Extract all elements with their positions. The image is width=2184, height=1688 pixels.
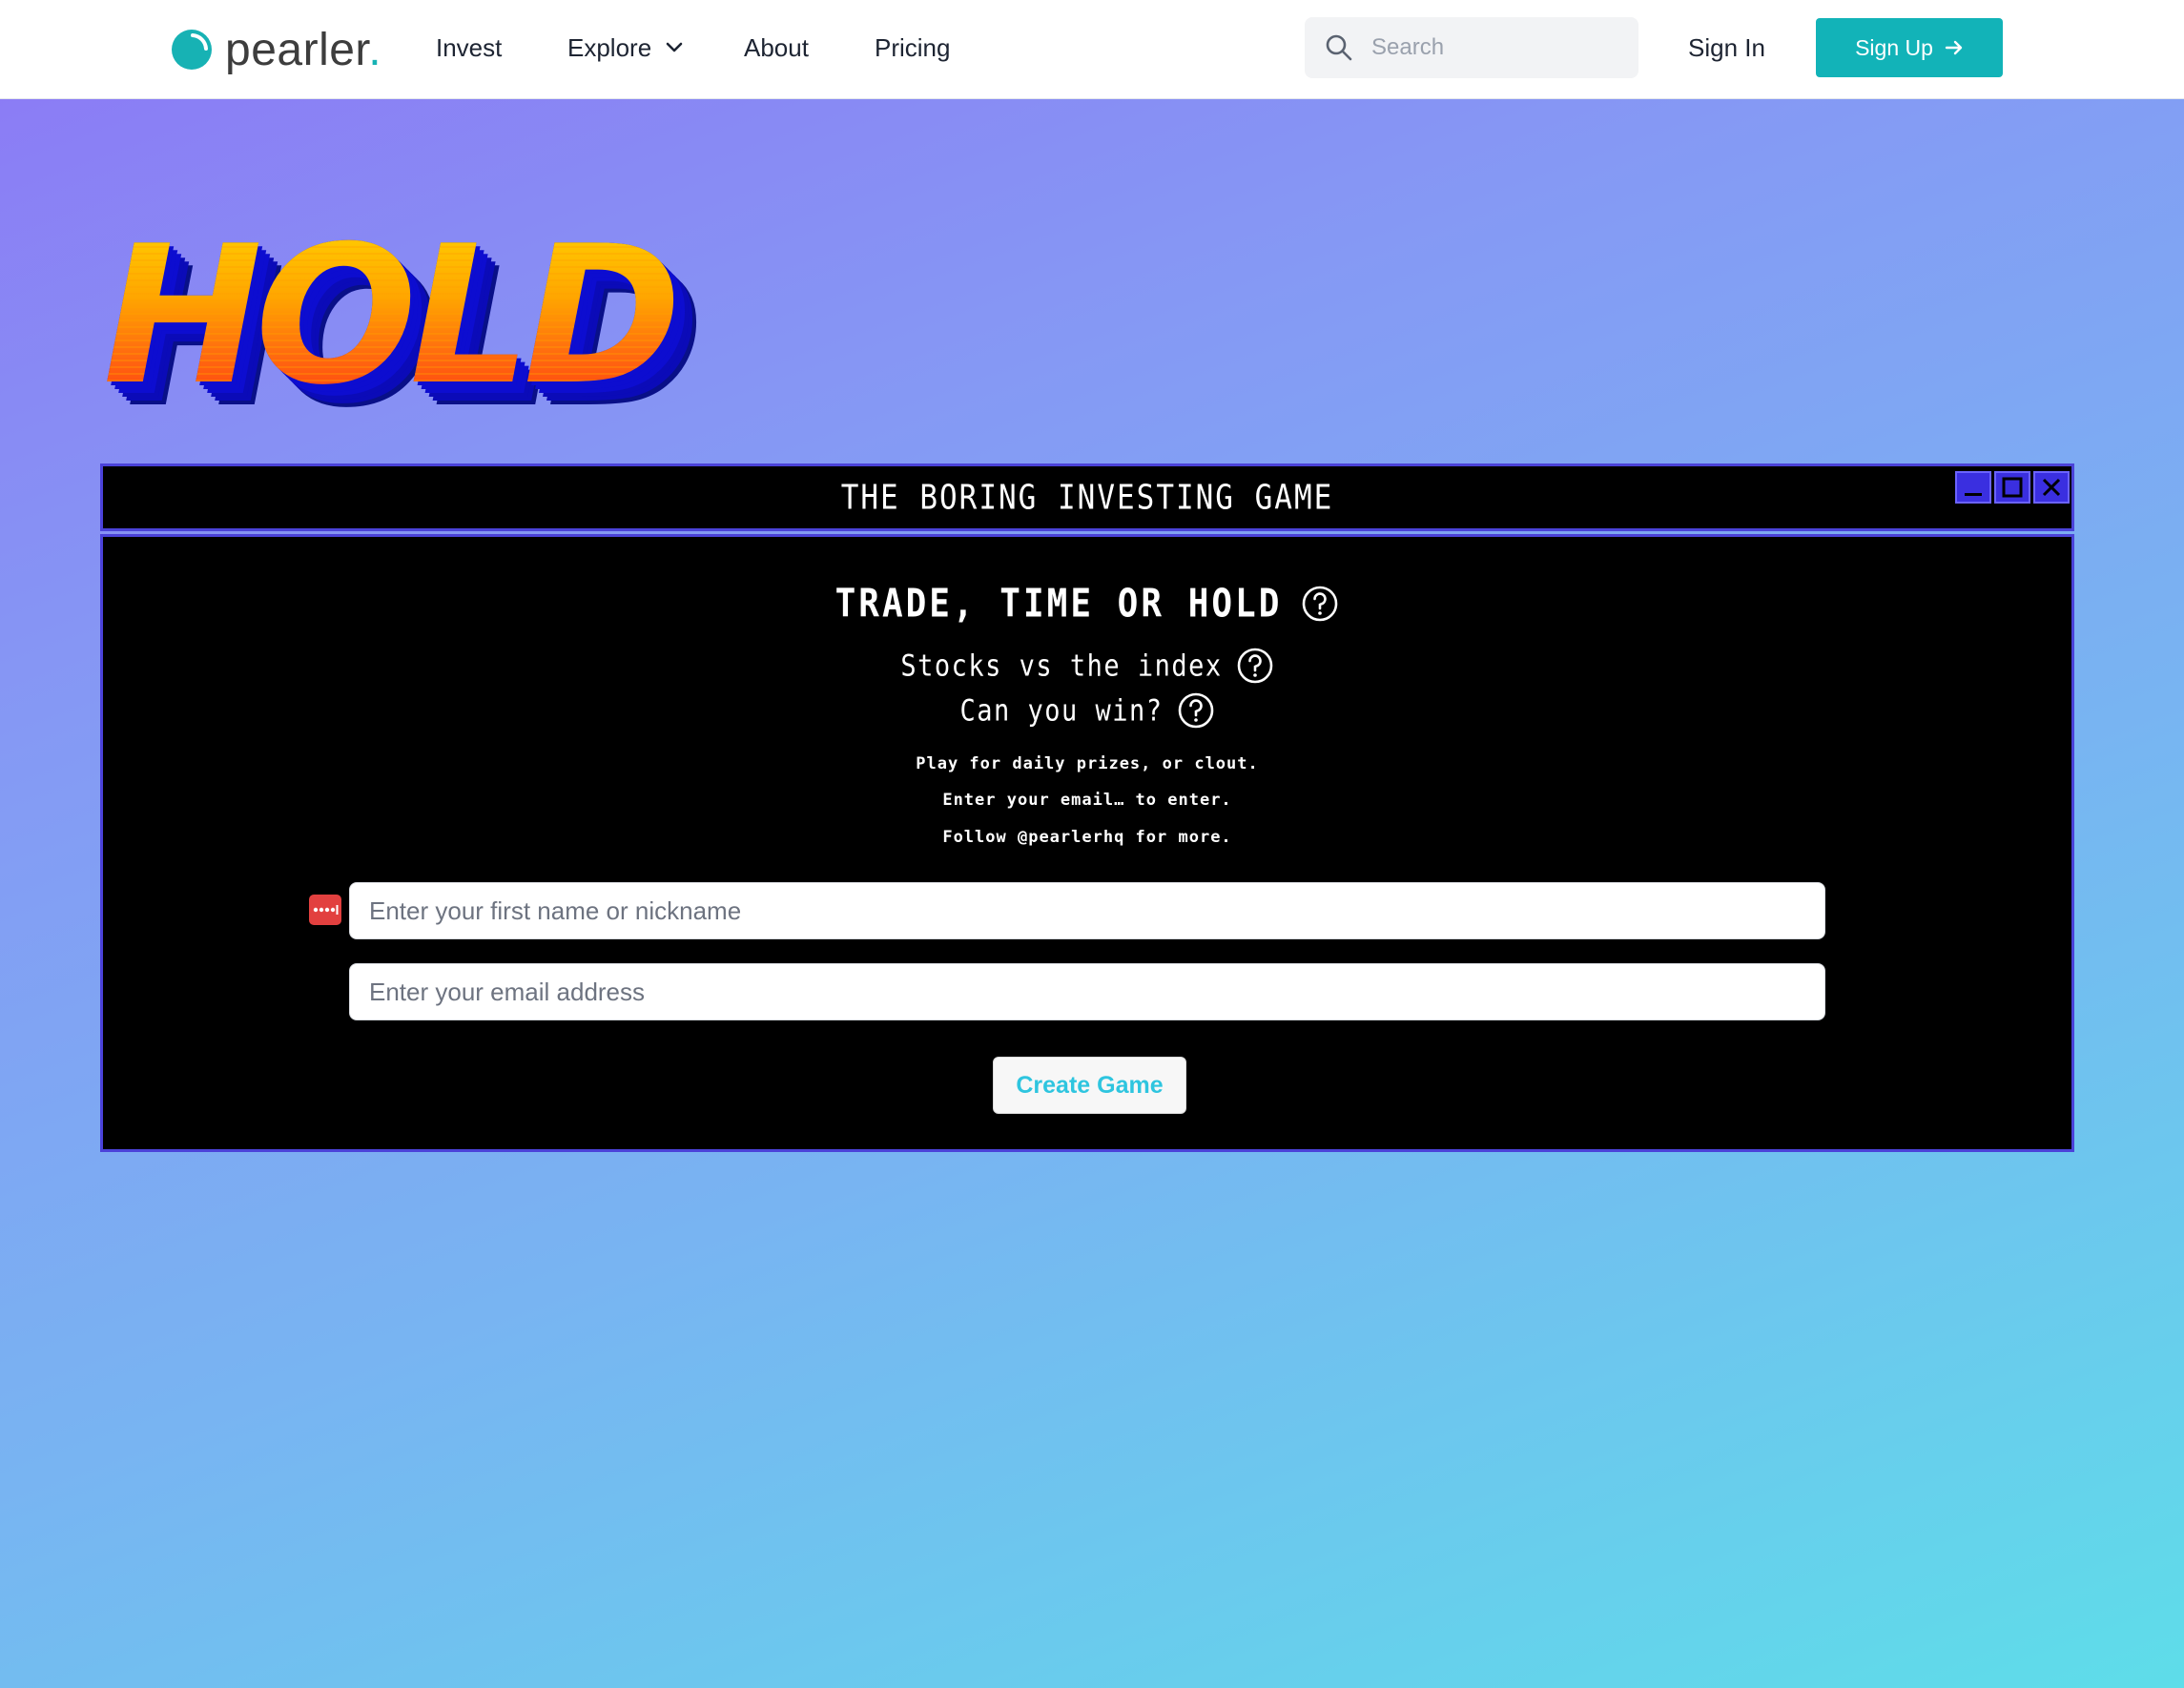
search-bar[interactable]	[1305, 17, 1638, 78]
help-icon[interactable]	[1177, 691, 1215, 730]
nav-explore-label: Explore	[567, 33, 652, 62]
game-window-titlebar: THE BORING INVESTING GAME	[100, 463, 2074, 531]
chevron-down-icon	[666, 42, 683, 52]
top-navbar: pearler. Invest Explore About Pricing Si…	[0, 0, 2184, 99]
subtitle-stocks-vs-index: Stocks vs the index	[900, 648, 1223, 683]
game-window-title: THE BORING INVESTING GAME	[840, 477, 1334, 518]
maximize-button[interactable]	[1994, 471, 2030, 504]
minimize-button[interactable]	[1955, 471, 1991, 504]
search-input[interactable]	[1371, 34, 1619, 61]
create-game-button[interactable]: Create Game	[993, 1057, 1186, 1114]
sign-in-link[interactable]: Sign In	[1688, 29, 1765, 67]
nav-explore[interactable]: Explore	[567, 29, 684, 67]
maximize-icon	[2002, 477, 2023, 498]
info-line-prizes: Play for daily prizes, or clout.	[916, 754, 1259, 773]
dots-icon	[313, 905, 339, 915]
password-manager-icon[interactable]	[309, 895, 341, 925]
window-controls	[1955, 471, 2070, 504]
logo-wordmark: pearler.	[225, 24, 382, 75]
pearl-icon	[172, 30, 212, 70]
help-icon[interactable]	[1236, 647, 1274, 685]
nav-invest[interactable]: Invest	[436, 29, 502, 67]
info-line-follow: Follow @pearlerhq for more.	[942, 828, 1232, 847]
close-button[interactable]	[2033, 471, 2070, 504]
hold-logo-text: HOLD	[103, 205, 674, 427]
hold-game-logo: HOLD HOLD	[103, 221, 713, 450]
help-icon[interactable]	[1301, 585, 1339, 623]
minimize-icon	[1965, 493, 1982, 496]
subtitle-row-2: Can you win?	[103, 690, 2071, 731]
pearler-logo[interactable]: pearler.	[170, 23, 381, 76]
search-icon	[1326, 34, 1352, 61]
close-icon	[2042, 478, 2061, 497]
email-input[interactable]	[349, 963, 1825, 1020]
game-headline: TRADE, TIME OR HOLD	[834, 581, 1283, 627]
name-input[interactable]	[349, 882, 1825, 939]
nav-about[interactable]: About	[744, 29, 809, 67]
arrow-right-icon	[1945, 40, 1963, 55]
info-line-email: Enter your email… to enter.	[942, 791, 1232, 810]
subtitle-row-1: Stocks vs the index	[103, 646, 2071, 686]
sign-up-label: Sign Up	[1855, 34, 1933, 60]
headline-row: TRADE, TIME OR HOLD	[103, 581, 2071, 627]
subtitle-can-you-win: Can you win?	[959, 693, 1164, 728]
sign-up-button[interactable]: Sign Up	[1816, 18, 2003, 77]
game-window-body: TRADE, TIME OR HOLD Stocks vs the index …	[100, 534, 2074, 1152]
nav-pricing[interactable]: Pricing	[875, 29, 950, 67]
